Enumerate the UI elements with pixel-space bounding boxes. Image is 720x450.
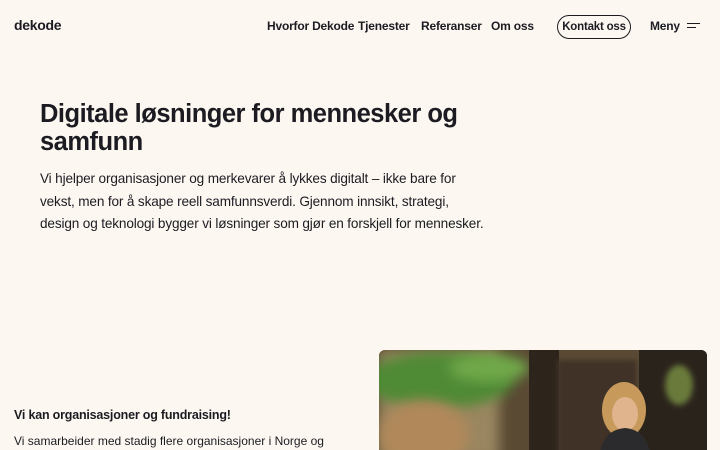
menu-button[interactable]: Meny — [650, 18, 700, 34]
hero-lead: Vi hjelper organisasjoner og merkevarer … — [40, 171, 484, 231]
logo[interactable]: dekode — [14, 17, 62, 33]
contact-button[interactable]: Kontakt oss — [557, 15, 631, 39]
nav-link-tjenester[interactable]: Tjenester — [358, 19, 410, 33]
nav-link-referanser[interactable]: Referanser — [421, 19, 482, 33]
site-header: dekode Hvorfor Dekode Tjenester Referans… — [0, 0, 720, 54]
hero-photo — [379, 350, 707, 450]
menu-label: Meny — [650, 19, 680, 33]
hamburger-menu-icon — [686, 22, 700, 30]
nav-link-hvorfor-dekode[interactable]: Hvorfor Dekode — [267, 19, 354, 33]
section-text: Vi samarbeider med stadig flere organisa… — [14, 434, 324, 448]
photo-illustration — [379, 350, 707, 450]
nav-link-om-oss[interactable]: Om oss — [491, 19, 534, 33]
section-heading: Vi kan organisasjoner og fundraising! — [14, 408, 231, 422]
hero-title: Digitale løsninger for mennesker og samf… — [40, 100, 458, 156]
